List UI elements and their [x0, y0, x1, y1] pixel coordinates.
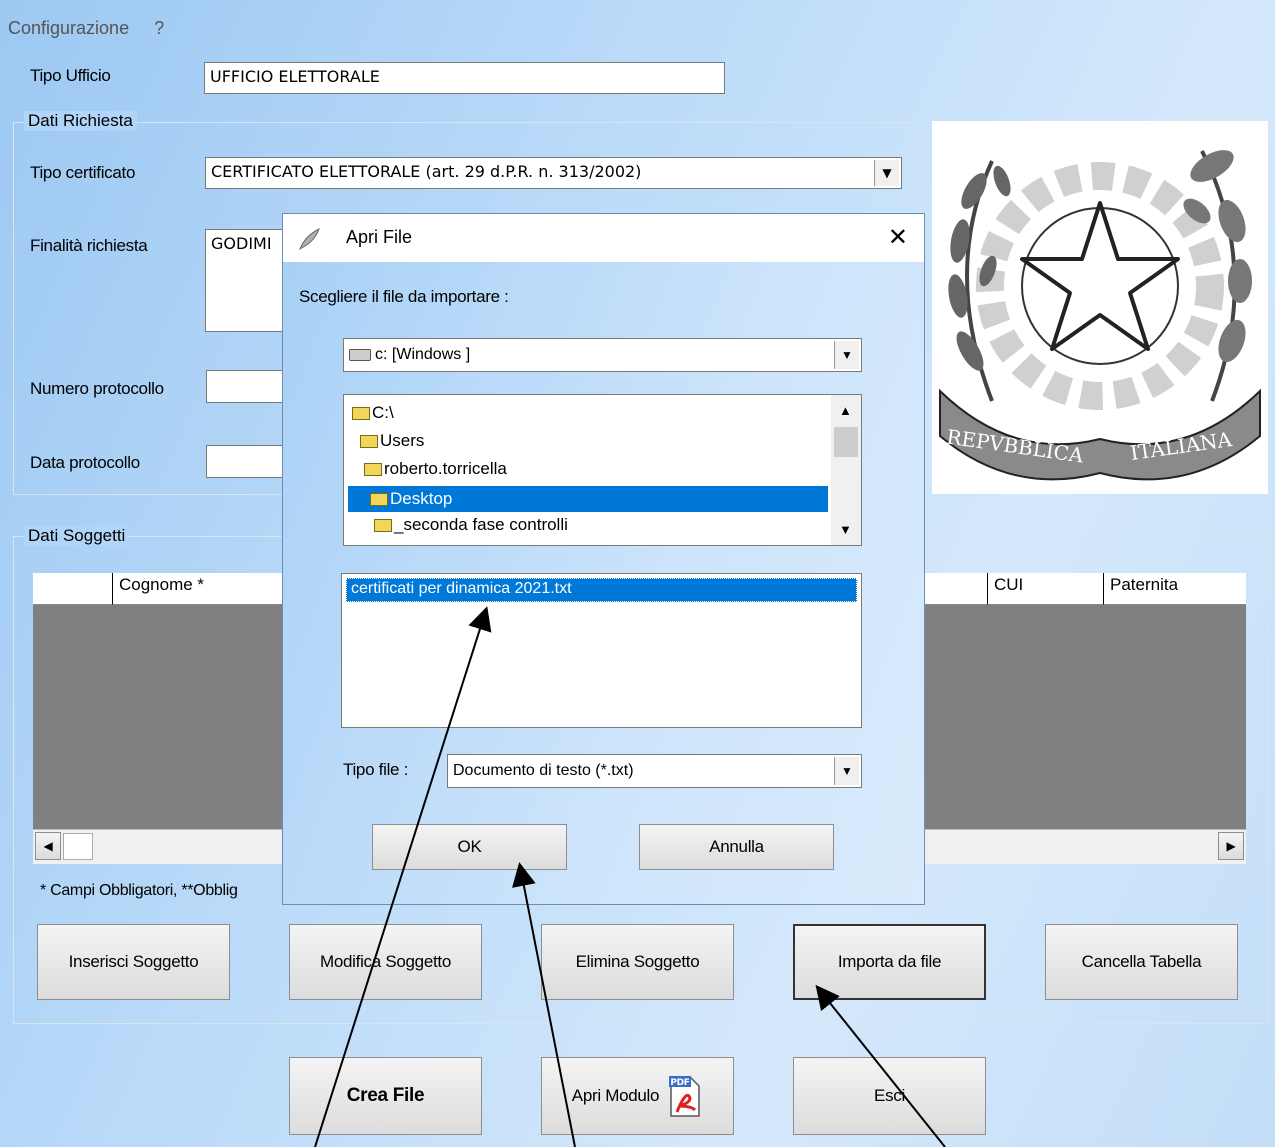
table-header-cognome[interactable]: Cognome * [113, 573, 288, 605]
dialog-titlebar[interactable]: Apri File ✕ [283, 214, 924, 262]
republic-emblem-icon: REPVBBLICA ITALIANA [939, 150, 1261, 481]
dialog-title: Apri File [346, 227, 413, 247]
ok-button[interactable]: OK [372, 824, 567, 870]
folder-icon [364, 462, 382, 476]
folder-item-root[interactable]: C:\ [352, 403, 394, 423]
emblem-panel: REPVBBLICA ITALIANA [932, 121, 1268, 494]
folder-list-vscrollbar[interactable]: ▲ ▼ [831, 395, 861, 545]
folder-icon [360, 434, 378, 448]
chevron-down-icon[interactable]: ▼ [834, 757, 859, 785]
folder-item-user[interactable]: roberto.torricella [364, 459, 507, 479]
cancella-tabella-button[interactable]: Cancella Tabella [1045, 924, 1238, 1000]
svg-text:PDF: PDF [671, 1078, 690, 1088]
importa-da-file-button[interactable]: Importa da file [793, 924, 986, 1000]
scroll-thumb[interactable] [63, 833, 93, 860]
footnote-required: * Campi Obbligatori, **Obblig [40, 882, 238, 899]
filetype-label: Tipo file : [343, 760, 409, 779]
tipo-ufficio-field[interactable]: UFFICIO ELETTORALE [204, 62, 725, 94]
drive-value: c: [Windows ] [375, 346, 471, 363]
tipo-ufficio-label: Tipo Ufficio [30, 66, 111, 85]
crea-file-button[interactable]: Crea File [289, 1057, 482, 1135]
dialog-prompt: Scegliere il file da importare : [299, 287, 509, 306]
folder-item-subfolder[interactable]: _seconda fase controlli [374, 515, 568, 535]
folder-icon [374, 518, 392, 532]
table-header-rowselector [33, 573, 113, 605]
chevron-down-icon[interactable]: ▼ [874, 160, 899, 186]
drive-combo[interactable]: c: [Windows ] ▼ [343, 338, 862, 372]
folder-list[interactable]: C:\ Users roberto.torricella Desktop _se… [343, 394, 862, 546]
scroll-thumb[interactable] [834, 427, 858, 457]
data-protocollo-label: Data protocollo [30, 453, 140, 472]
inserisci-soggetto-button[interactable]: Inserisci Soggetto [37, 924, 230, 1000]
chevron-down-icon[interactable]: ▼ [834, 341, 859, 369]
folder-item-users[interactable]: Users [360, 431, 424, 451]
table-header-spacer [924, 573, 988, 605]
folder-icon [352, 406, 370, 420]
pdf-icon: PDF [669, 1076, 700, 1117]
drive-icon [349, 349, 371, 361]
folder-icon [370, 492, 388, 506]
menu-bar: Configurazione ? [8, 18, 184, 39]
dati-soggetti-legend: Dati Soggetti [24, 526, 130, 546]
apri-modulo-button[interactable]: Apri Modulo PDF [541, 1057, 734, 1135]
filetype-combo[interactable]: Documento di testo (*.txt) ▼ [447, 754, 862, 788]
scroll-right-arrow-icon[interactable]: ▶ [1218, 832, 1244, 860]
elimina-soggetto-button[interactable]: Elimina Soggetto [541, 924, 734, 1000]
apri-modulo-label: Apri Modulo [571, 1086, 660, 1105]
table-header-paternita[interactable]: Paternita [1104, 573, 1246, 605]
table-header-cui[interactable]: CUI [988, 573, 1104, 605]
file-item-selected[interactable]: certificati per dinamica 2021.txt [346, 578, 857, 602]
finalita-label: Finalità richiesta [30, 236, 148, 255]
apri-file-dialog: Apri File ✕ Scegliere il file da importa… [282, 213, 925, 905]
close-icon[interactable]: ✕ [888, 223, 908, 251]
scroll-up-arrow-icon[interactable]: ▲ [839, 403, 852, 418]
tipo-certificato-combo[interactable]: CERTIFICATO ELETTORALE (art. 29 d.P.R. n… [205, 157, 902, 189]
dati-richiesta-legend: Dati Richiesta [24, 111, 137, 131]
numero-protocollo-label: Numero protocollo [30, 379, 164, 398]
file-list[interactable]: certificati per dinamica 2021.txt [341, 573, 862, 728]
app-feather-icon [299, 227, 320, 251]
scroll-left-arrow-icon[interactable]: ◀ [35, 832, 61, 860]
menu-help[interactable]: ? [154, 18, 164, 38]
filetype-value: Documento di testo (*.txt) [453, 762, 634, 779]
folder-item-desktop-selected[interactable]: Desktop [348, 486, 828, 512]
modifica-soggetto-button[interactable]: Modifica Soggetto [289, 924, 482, 1000]
menu-configurazione[interactable]: Configurazione [8, 18, 129, 38]
annulla-button[interactable]: Annulla [639, 824, 834, 870]
scroll-down-arrow-icon[interactable]: ▼ [839, 522, 852, 537]
esci-button[interactable]: Esci [793, 1057, 986, 1135]
tipo-certificato-value: CERTIFICATO ELETTORALE (art. 29 d.P.R. n… [211, 162, 642, 181]
tipo-certificato-label: Tipo certificato [30, 163, 136, 182]
